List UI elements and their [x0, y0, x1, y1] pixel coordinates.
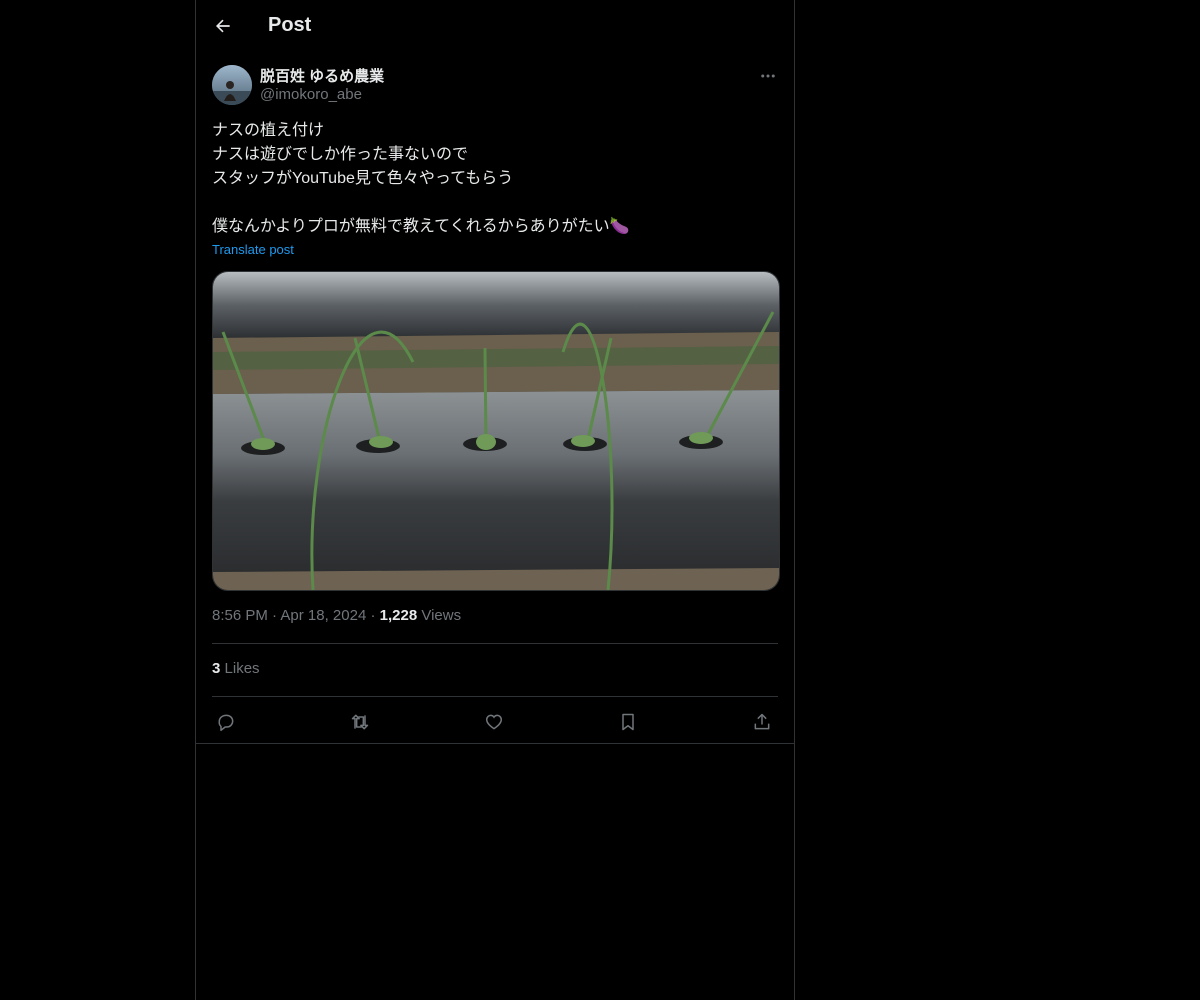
like-button[interactable] — [480, 708, 508, 736]
tweet-line: スタッフがYouTube見て色々やってもらう — [212, 170, 514, 187]
meta-separator: · — [370, 607, 376, 624]
tweet-meta: 8:56 PM · Apr 18, 2024 · 1,228 Views — [212, 607, 461, 624]
views-count: 1,228 — [379, 607, 418, 624]
author-name[interactable]: 脱百姓 ゆるめ農業 — [260, 65, 384, 86]
tweet-line: ナスは遊びでしか作った事ないので — [212, 146, 469, 163]
back-button[interactable] — [210, 13, 236, 39]
retweet-icon — [351, 714, 369, 730]
translate-post-link[interactable]: Translate post — [212, 242, 294, 257]
divider — [196, 743, 794, 744]
likes-label: Likes — [224, 660, 260, 677]
views-label: Views — [421, 607, 462, 624]
action-bar — [212, 708, 778, 736]
share-button[interactable] — [748, 708, 776, 736]
avatar[interactable] — [212, 65, 252, 105]
post-date[interactable]: Apr 18, 2024 — [280, 607, 366, 624]
tweet-line: 僕なんかよりプロが無料で教えてくれるからありがたい🍆 — [212, 218, 630, 235]
post-column: Post 脱百姓 ゆるめ農業 @imokoro_abe ナスの植え付け ナスは遊… — [195, 0, 795, 1000]
post-time[interactable]: 8:56 PM — [212, 607, 268, 624]
likes-count: 3 — [212, 660, 221, 677]
back-arrow-icon — [216, 19, 230, 33]
bookmark-icon — [622, 713, 634, 731]
retweet-button[interactable] — [346, 708, 374, 736]
likes-link[interactable]: 3 Likes — [212, 660, 260, 677]
tweet-photo[interactable] — [212, 271, 780, 591]
reply-button[interactable] — [212, 708, 240, 736]
reply-icon — [218, 714, 234, 732]
tweet-line — [212, 191, 772, 215]
bookmark-button[interactable] — [614, 708, 642, 736]
author-handle[interactable]: @imokoro_abe — [260, 86, 362, 103]
more-icon — [761, 74, 775, 78]
share-icon — [754, 713, 770, 730]
tweet-text: ナスの植え付け ナスは遊びでしか作った事ないので スタッフがYouTube見て色… — [212, 119, 772, 239]
tweet-line: ナスの植え付け — [212, 122, 325, 139]
divider — [212, 643, 778, 644]
like-icon — [485, 714, 503, 730]
top-bar: Post — [196, 0, 794, 53]
page-title: Post — [268, 14, 312, 36]
divider — [212, 696, 778, 697]
meta-separator: · — [272, 607, 278, 624]
more-options-button[interactable] — [756, 64, 780, 88]
